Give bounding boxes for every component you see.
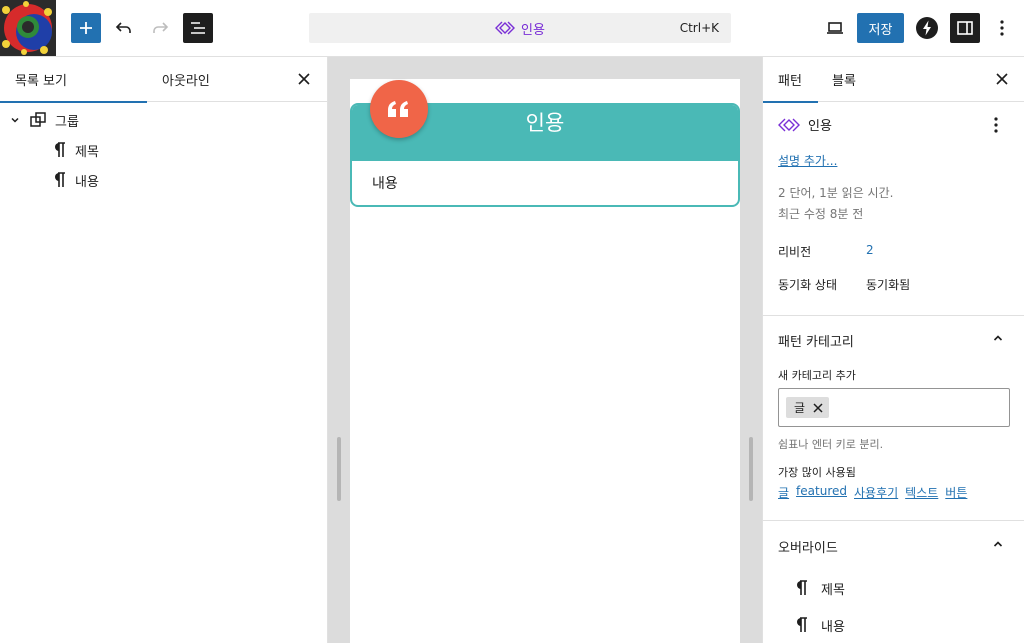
tab-label: 아웃라인 <box>162 74 210 89</box>
list-item-label: 제목 <box>75 144 99 160</box>
overrides-title[interactable]: 오버라이드 <box>778 537 838 556</box>
add-block-button[interactable] <box>71 13 101 43</box>
chevron-down-icon[interactable] <box>9 114 21 126</box>
close-icon <box>996 73 1008 85</box>
last-modified-text: 최근 수정 8분 전 <box>778 207 864 221</box>
command-palette-bar[interactable]: 인용 Ctrl+K <box>309 13 731 43</box>
list-item-group[interactable]: 그룹 <box>9 108 79 132</box>
close-sidebar-button[interactable] <box>993 70 1011 88</box>
divider <box>763 520 1024 521</box>
list-item-title[interactable]: 제목 <box>51 138 99 162</box>
undo-icon <box>115 22 131 33</box>
pattern-name: 인용 <box>808 119 832 134</box>
quote-mark-icon <box>388 101 408 117</box>
chevron-up-icon <box>993 335 1003 341</box>
remove-token-icon[interactable] <box>813 402 823 413</box>
pattern-categories-title[interactable]: 패턴 카테고리 <box>778 331 854 350</box>
revisions-label: 리비전 <box>778 245 812 259</box>
site-logo-icon[interactable] <box>0 0 56 56</box>
plugin-button[interactable] <box>913 14 941 42</box>
undo-button[interactable] <box>110 14 138 42</box>
close-icon <box>298 73 310 85</box>
resize-handle-left[interactable] <box>337 437 341 501</box>
settings-tabs: 패턴 블록 <box>763 57 1024 103</box>
tab-list-view[interactable]: 목록 보기 <box>0 57 147 103</box>
quote-mark-badge <box>370 80 428 138</box>
document-overview-panel: 목록 보기 아웃라인 그룹 제목 내용 <box>0 57 328 643</box>
token-label: 글 <box>794 401 806 415</box>
tab-label: 패턴 <box>778 74 802 89</box>
bolt-icon <box>916 17 938 39</box>
save-button[interactable]: 저장 <box>857 13 904 43</box>
document-title: 인용 <box>521 22 545 38</box>
category-suggestion[interactable]: 사용후기 <box>854 484 898 501</box>
list-item-label: 그룹 <box>55 114 79 130</box>
category-token: 글 <box>786 397 830 418</box>
new-category-label: 새 카테고리 추가 <box>778 369 856 382</box>
list-view-icon <box>191 22 205 34</box>
list-item-content[interactable]: 내용 <box>51 168 99 192</box>
shortcut-hint: Ctrl+K <box>679 21 719 35</box>
override-label: 내용 <box>821 619 845 635</box>
paragraph-icon <box>55 142 65 157</box>
paragraph-icon <box>797 580 807 595</box>
list-item-label: 내용 <box>75 174 99 190</box>
quote-content[interactable]: 내용 <box>372 173 398 193</box>
kebab-icon <box>1000 20 1004 36</box>
pattern-card-header: 인용 <box>778 115 832 134</box>
category-suggestion[interactable]: featured <box>796 484 847 501</box>
editor-canvas: 인용 내용 <box>328 57 762 643</box>
tab-label: 목록 보기 <box>15 74 67 89</box>
override-item-content[interactable]: 내용 <box>793 614 845 636</box>
plus-icon <box>80 22 92 34</box>
canvas-page: 인용 내용 <box>350 79 740 643</box>
group-icon <box>30 112 46 127</box>
paragraph-icon <box>55 172 65 187</box>
settings-toggle-button[interactable] <box>950 13 980 43</box>
tab-outline[interactable]: 아웃라인 <box>147 57 257 102</box>
list-view-button[interactable] <box>183 13 213 43</box>
category-token-field[interactable]: 글 <box>778 388 1010 427</box>
tab-block[interactable]: 블록 <box>817 57 877 102</box>
paragraph-icon <box>797 617 807 632</box>
preview-button[interactable] <box>821 14 849 42</box>
document-overview-tabs: 목록 보기 아웃라인 <box>0 57 327 103</box>
kebab-icon <box>994 117 998 133</box>
add-description-link[interactable]: 설명 추가... <box>778 152 837 169</box>
collapse-overrides-button[interactable] <box>990 536 1006 552</box>
override-label: 제목 <box>821 582 845 598</box>
pattern-icon <box>495 21 516 35</box>
tab-label: 블록 <box>832 74 856 89</box>
sync-status-label: 동기화 상태 <box>778 278 838 292</box>
editor-header: 인용 Ctrl+K 저장 <box>0 0 1024 57</box>
most-used-categories: 글 featured 사용후기 텍스트 버튼 <box>778 484 967 501</box>
word-count-text: 2 단어, 1분 읽은 시간. <box>778 186 894 200</box>
collapse-categories-button[interactable] <box>990 330 1006 346</box>
override-item-title[interactable]: 제목 <box>793 577 845 599</box>
pattern-icon <box>778 118 800 131</box>
category-help-text: 쉼표나 엔터 키로 분리. <box>778 438 884 451</box>
sync-status-value: 동기화됨 <box>866 278 911 292</box>
most-used-label: 가장 많이 사용됨 <box>778 466 856 479</box>
category-suggestion[interactable]: 버튼 <box>945 484 967 501</box>
close-panel-button[interactable] <box>295 70 313 88</box>
settings-sidebar: 패턴 블록 인용 설명 추가... 2 단어, 1분 읽은 시간. 최근 수정 … <box>762 57 1024 643</box>
options-button[interactable] <box>988 14 1016 42</box>
category-suggestion[interactable]: 글 <box>778 484 789 501</box>
tab-pattern[interactable]: 패턴 <box>763 57 818 103</box>
chevron-up-icon <box>993 541 1003 547</box>
sidebar-toggle-icon <box>957 21 973 35</box>
revisions-link[interactable]: 2 <box>866 243 874 257</box>
pattern-options-button[interactable] <box>986 115 1006 135</box>
divider <box>763 315 1024 316</box>
category-suggestion[interactable]: 텍스트 <box>905 484 938 501</box>
desktop-icon <box>827 22 843 34</box>
resize-handle-right[interactable] <box>749 437 753 501</box>
redo-icon <box>153 22 169 33</box>
redo-button[interactable] <box>146 14 174 42</box>
